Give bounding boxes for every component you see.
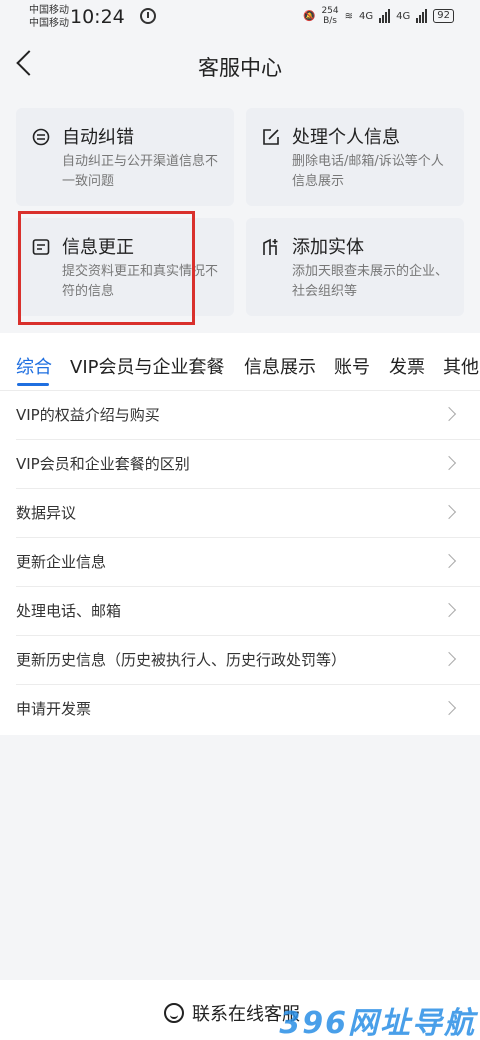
chevron-right-icon (441, 455, 457, 471)
chevron-right-icon (441, 406, 457, 422)
chevron-right-icon (441, 700, 457, 716)
page-title: 客服中心 (198, 56, 282, 80)
active-tab-indicator (17, 383, 49, 386)
status-bar: 中国移动 中国移动 10:24 🔕 254 B/s ≋ 4G 4G 92 (0, 0, 480, 36)
card-title: 添加实体 (292, 237, 364, 258)
list-item[interactable]: VIP会员和企业套餐的区别 (16, 440, 480, 489)
edit-icon (263, 129, 279, 145)
chevron-right-icon (441, 504, 457, 520)
customer-service-icon (164, 1003, 184, 1023)
alarm-icon (140, 8, 156, 24)
chevron-right-icon (441, 651, 457, 667)
card-title: 自动纠错 (62, 127, 134, 148)
list-item[interactable]: 处理电话、邮箱 (16, 587, 480, 636)
chevron-right-icon (441, 553, 457, 569)
list-item[interactable]: 更新企业信息 (16, 538, 480, 587)
card-desc: 添加天眼查未展示的企业、社会组织等 (292, 264, 449, 299)
carrier-labels: 中国移动 中国移动 (29, 4, 69, 30)
card-personal-info[interactable]: 处理个人信息 删除电话/邮箱/诉讼等个人信息展示 (246, 108, 464, 206)
card-desc: 自动纠正与公开渠道信息不一致问题 (62, 154, 219, 189)
tab-general[interactable]: 综合 (16, 353, 52, 379)
list-item[interactable]: VIP的权益介绍与购买 (16, 391, 480, 440)
faq-list: VIP的权益介绍与购买 VIP会员和企业套餐的区别 数据异议 更新企业信息 处理… (0, 391, 480, 734)
clock: 10:24 (70, 6, 125, 28)
signal-1-label: 4G (359, 10, 374, 22)
highlight-box (18, 211, 195, 325)
tab-vip[interactable]: VIP会员与企业套餐 (70, 353, 224, 379)
list-item[interactable]: 更新历史信息（历史被执行人、历史行政处罚等） (16, 636, 480, 685)
chevron-right-icon (441, 602, 457, 618)
list-item[interactable]: 数据异议 (16, 489, 480, 538)
tab-other[interactable]: 其他 (443, 353, 479, 379)
card-add-entity[interactable]: 添加实体 添加天眼查未展示的企业、社会组织等 (246, 218, 464, 316)
carrier-2: 中国移动 (29, 18, 69, 29)
auto-correct-icon (32, 128, 50, 146)
carrier-1: 中国移动 (29, 5, 69, 16)
wifi-icon: ≋ (344, 10, 354, 22)
signal-1-icon (379, 9, 391, 23)
system-indicators: 🔕 254 B/s ≋ 4G 4G 92 (303, 6, 454, 26)
net-speed: 254 B/s (321, 6, 339, 26)
bottom-bar: 联系在线客服 396网址导航 (0, 980, 480, 1040)
card-auto-correct[interactable]: 自动纠错 自动纠正与公开渠道信息不一致问题 (16, 108, 234, 206)
signal-2-label: 4G (396, 10, 411, 22)
category-tabs: 综合 VIP会员与企业套餐 信息展示 账号 发票 其他 (0, 333, 480, 391)
mute-icon: 🔕 (302, 10, 316, 22)
signal-2-icon (416, 9, 428, 23)
list-item[interactable]: 申请开发票 (16, 685, 480, 734)
tab-invoice[interactable]: 发票 (389, 353, 425, 379)
tab-info-display[interactable]: 信息展示 (244, 353, 316, 379)
faq-panel: 综合 VIP会员与企业套餐 信息展示 账号 发票 其他 VIP的权益介绍与购买 … (0, 333, 480, 735)
card-desc: 删除电话/邮箱/诉讼等个人信息展示 (292, 154, 444, 189)
battery-icon: 92 (433, 9, 454, 23)
building-add-icon (263, 238, 278, 255)
nav-bar: 客服中心 (0, 36, 480, 96)
card-title: 处理个人信息 (292, 127, 400, 148)
watermark: 396网址导航 (279, 1006, 476, 1040)
tab-account[interactable]: 账号 (334, 353, 370, 379)
